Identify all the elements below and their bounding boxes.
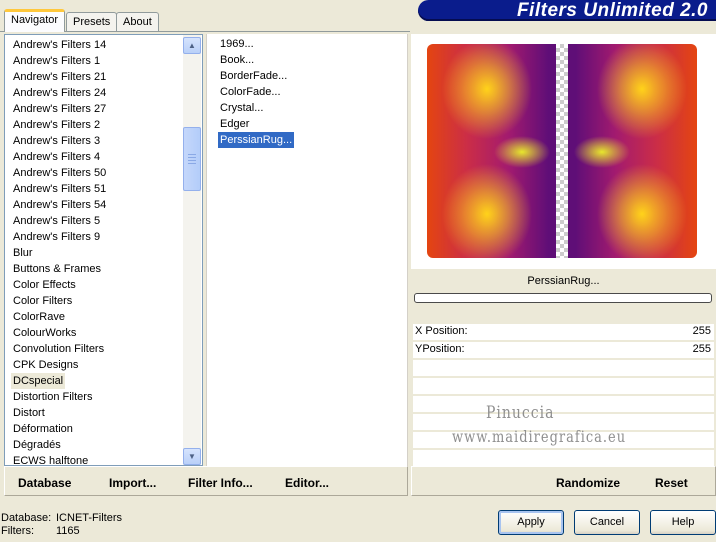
watermark-url: www.maidiregrafica.eu xyxy=(452,428,627,447)
list-item[interactable]: ECWS halftone xyxy=(11,453,90,465)
apply-button[interactable]: Apply xyxy=(498,510,564,535)
import-button[interactable]: Import... xyxy=(109,476,156,490)
status-filters-label: Filters: xyxy=(1,525,34,537)
param-label: X Position: xyxy=(415,325,468,337)
list-item[interactable]: Distort xyxy=(11,405,47,421)
list-item[interactable]: Andrew's Filters 50 xyxy=(11,165,108,181)
editor-button[interactable]: Editor... xyxy=(285,476,329,490)
list-item[interactable]: Andrew's Filters 14 xyxy=(11,37,108,53)
tab-navigator[interactable]: Navigator xyxy=(4,9,66,32)
list-item[interactable]: Dégradés xyxy=(11,437,63,453)
toolbar-right: Randomize Reset xyxy=(411,466,716,496)
list-item[interactable]: Andrew's Filters 54 xyxy=(11,197,108,213)
list-item[interactable]: Buttons & Frames xyxy=(11,261,103,277)
list-item[interactable]: Andrew's Filters 51 xyxy=(11,181,108,197)
param-row-empty xyxy=(413,396,714,413)
list-item[interactable]: Distortion Filters xyxy=(11,389,94,405)
preview-transparency-strip xyxy=(556,44,568,258)
list-item[interactable]: ColourWorks xyxy=(11,325,78,341)
preview-panel xyxy=(411,34,716,269)
filter-item[interactable]: Crystal... xyxy=(218,100,265,116)
list-item[interactable]: Andrew's Filters 5 xyxy=(11,213,102,229)
param-value: 255 xyxy=(692,343,711,355)
list-item[interactable]: Color Filters xyxy=(11,293,74,309)
list-item[interactable]: Convolution Filters xyxy=(11,341,106,357)
filter-info-button[interactable]: Filter Info... xyxy=(188,476,253,490)
list-item[interactable]: DCspecial xyxy=(11,373,66,389)
filter-item[interactable]: Book... xyxy=(218,52,256,68)
preview-filter-name: PerssianRug... xyxy=(411,269,716,293)
list-item[interactable]: Andrew's Filters 4 xyxy=(11,149,102,165)
scroll-down-icon[interactable]: ▼ xyxy=(183,448,201,465)
filter-item[interactable]: PerssianRug... xyxy=(216,131,296,149)
list-item[interactable]: Color Effects xyxy=(11,277,78,293)
cancel-button[interactable]: Cancel xyxy=(574,510,640,535)
status-database-value: ICNET-Filters xyxy=(56,512,122,524)
param-row-y[interactable]: YPosition: 255 xyxy=(413,342,714,359)
param-row-empty xyxy=(413,378,714,395)
filter-item[interactable]: 1969... xyxy=(218,36,256,52)
randomize-button[interactable]: Randomize xyxy=(556,476,620,490)
tab-presets[interactable]: Presets xyxy=(66,12,118,31)
scroll-up-icon[interactable]: ▲ xyxy=(183,37,201,54)
app-title: Filters Unlimited 2.0 xyxy=(516,0,708,21)
category-list[interactable]: Andrew's Filters 14 Andrew's Filters 1 And… xyxy=(4,34,203,466)
database-button[interactable]: Database xyxy=(18,476,71,490)
param-row-empty xyxy=(413,450,714,467)
list-item[interactable]: Andrew's Filters 9 xyxy=(11,229,102,245)
list-item[interactable]: Andrew's Filters 27 xyxy=(11,101,108,117)
reset-button[interactable]: Reset xyxy=(655,476,688,490)
list-item[interactable]: Blur xyxy=(11,245,35,261)
list-item[interactable]: Andrew's Filters 24 xyxy=(11,85,108,101)
param-label: YPosition: xyxy=(415,343,465,355)
category-scrollbar[interactable]: ▲ ▼ xyxy=(183,35,201,465)
toolbar-left: Database Import... Filter Info... Editor… xyxy=(4,466,408,496)
list-item[interactable]: CPK Designs xyxy=(11,357,80,373)
list-item[interactable]: Déformation xyxy=(11,421,75,437)
help-button[interactable]: Help xyxy=(650,510,716,535)
param-row-empty xyxy=(413,360,714,377)
status-database-label: Database: xyxy=(1,512,52,524)
filter-list[interactable]: 1969... Book... BorderFade... ColorFade... C… xyxy=(206,34,408,466)
tab-about[interactable]: About xyxy=(116,12,159,31)
list-item[interactable]: ColorRave xyxy=(11,309,67,325)
progress-bar xyxy=(414,293,712,303)
status-filters-value: 1165 xyxy=(56,525,80,537)
param-row-x[interactable]: X Position: 255 xyxy=(413,324,714,341)
list-item[interactable]: Andrew's Filters 21 xyxy=(11,69,108,85)
list-item[interactable]: Andrew's Filters 1 xyxy=(11,53,102,69)
scrollbar-thumb[interactable] xyxy=(183,127,201,191)
filter-item[interactable]: ColorFade... xyxy=(218,84,283,100)
watermark-name: Pinuccia xyxy=(486,403,555,423)
filter-item[interactable]: Edger xyxy=(218,116,251,132)
list-item[interactable]: Andrew's Filters 2 xyxy=(11,117,102,133)
param-value: 255 xyxy=(692,325,711,337)
filter-item[interactable]: BorderFade... xyxy=(218,68,289,84)
list-item[interactable]: Andrew's Filters 3 xyxy=(11,133,102,149)
